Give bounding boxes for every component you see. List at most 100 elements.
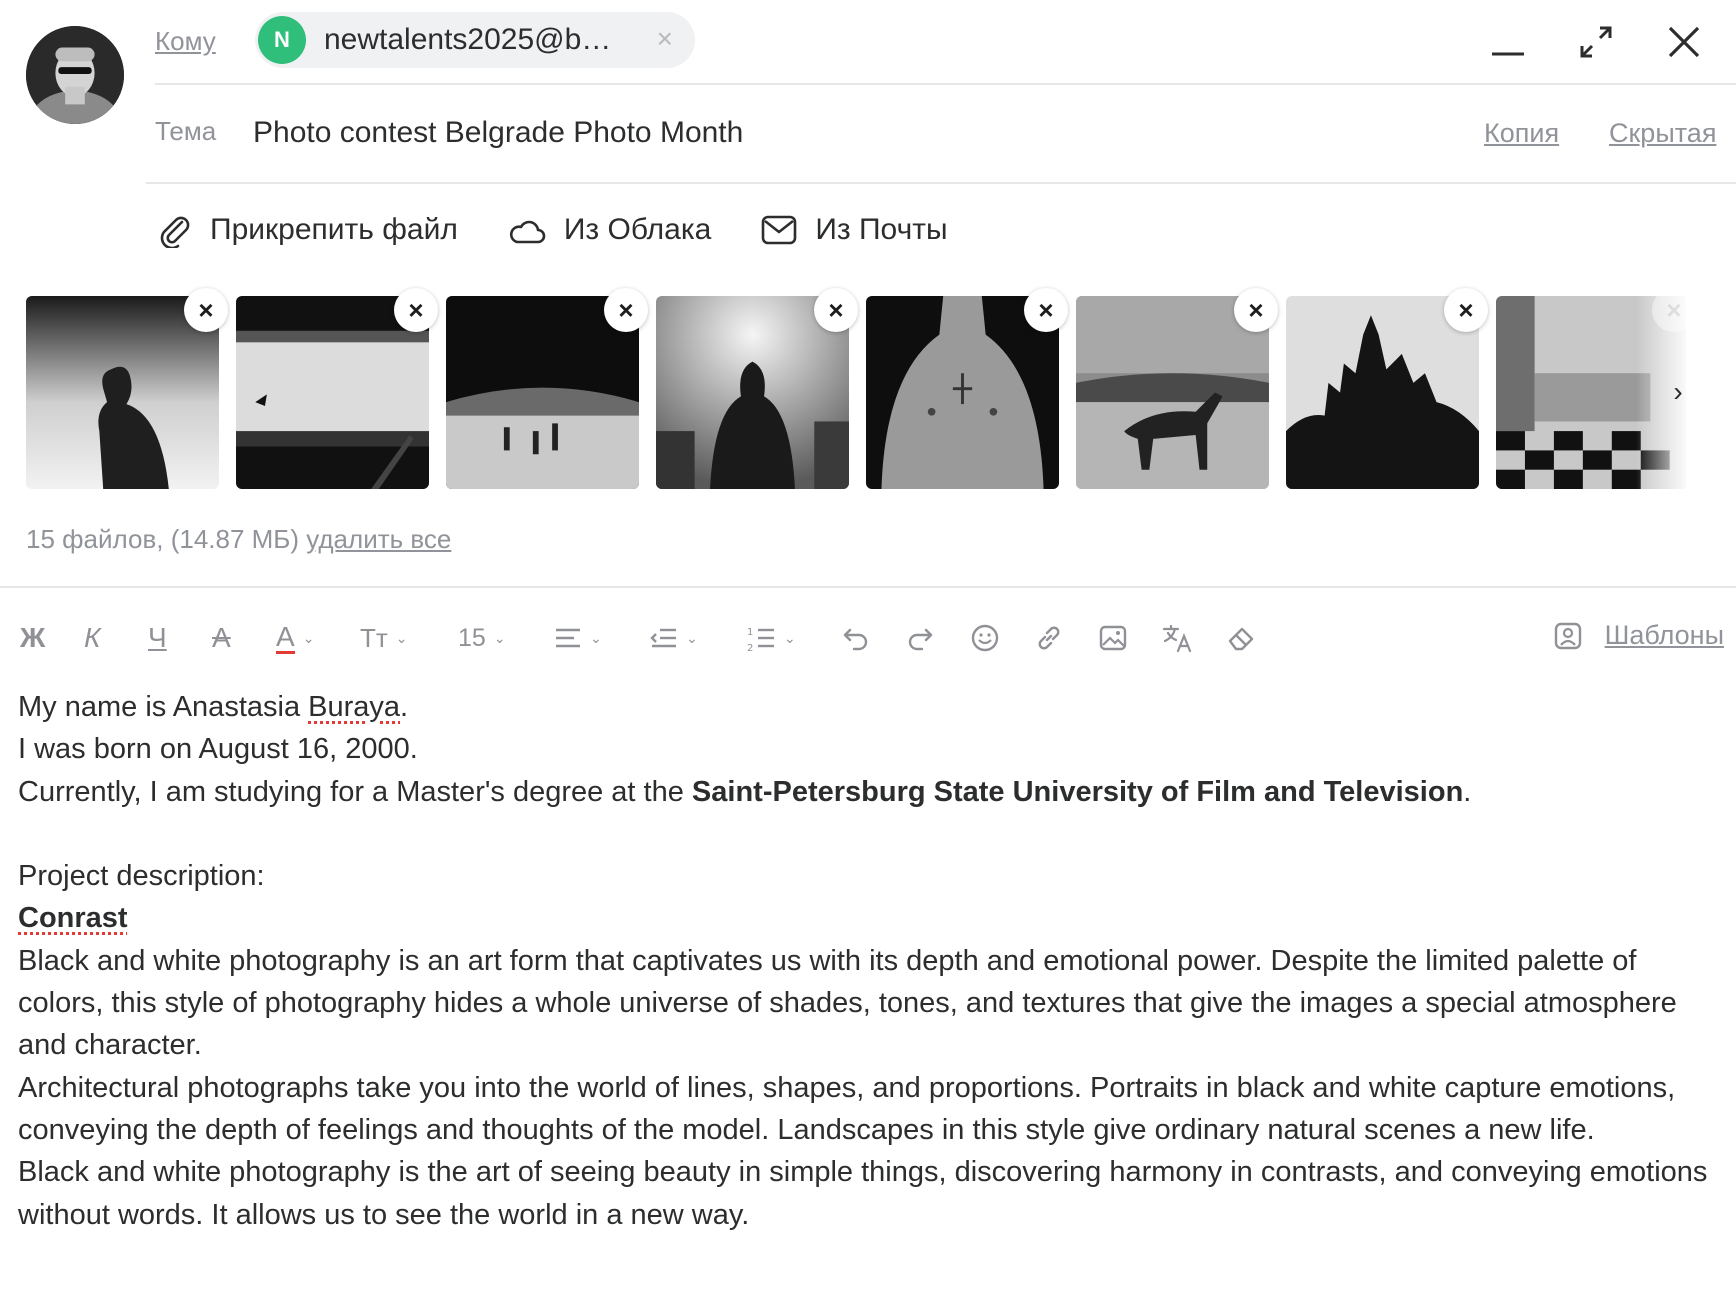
attachments-count: 15 файлов, (14.87 МБ) (26, 524, 307, 554)
message-body[interactable]: My name is Anastasia Buraya. I was born … (18, 686, 1718, 1236)
clear-format-button[interactable] (1226, 616, 1290, 660)
to-label[interactable]: Кому (155, 26, 216, 56)
body-paragraph: Black and white photography is the art o… (18, 1156, 1708, 1231)
remove-attachment-button[interactable]: × (184, 288, 228, 332)
remove-attachment-button[interactable]: × (1652, 288, 1696, 332)
remove-attachment-button[interactable]: × (394, 288, 438, 332)
remove-attachment-button[interactable]: × (1024, 288, 1068, 332)
project-label: Project description: (18, 860, 265, 893)
remove-attachment-button[interactable]: × (604, 288, 648, 332)
remove-attachment-button[interactable]: × (1234, 288, 1278, 332)
translate-button[interactable] (1162, 616, 1226, 660)
bold-button[interactable]: Ж (20, 616, 84, 660)
font-size-dropdown[interactable]: 15 ⌄ (458, 616, 554, 660)
divider (0, 586, 1736, 588)
divider (146, 182, 1736, 184)
project-title-text: Conrast (18, 902, 128, 935)
underline-icon: Ч (148, 622, 167, 653)
remove-attachment-button[interactable]: × (1444, 288, 1488, 332)
underline-button[interactable]: Ч (148, 616, 212, 660)
bcc-link[interactable]: Скрытая (1609, 118, 1716, 149)
font-size-value: 15 (458, 623, 486, 652)
chevron-down-icon: ⌄ (686, 629, 698, 646)
from-cloud-label: Из Облака (563, 213, 712, 246)
insert-image-button[interactable] (1098, 616, 1162, 660)
cloud-icon (509, 220, 546, 244)
cc-link[interactable]: Копия (1484, 118, 1559, 149)
attachment-strip (26, 296, 1686, 492)
remove-recipient-button[interactable]: × (657, 24, 673, 54)
recipient-chip[interactable]: N newtalents2025@b… × (255, 12, 695, 68)
redo-button[interactable] (906, 616, 970, 660)
close-icon (1668, 26, 1700, 58)
font-style-icon: Тт (360, 622, 388, 653)
indent-dropdown[interactable]: ⌄ (650, 616, 746, 660)
align-dropdown[interactable]: ⌄ (554, 616, 650, 660)
sender-avatar[interactable] (26, 26, 124, 124)
body-text: My name is Anastasia (18, 691, 309, 723)
templates-button[interactable]: Шаблоны (1553, 620, 1724, 651)
image-icon (1099, 625, 1127, 651)
minimize-icon (1492, 52, 1524, 56)
svg-text:1: 1 (747, 627, 753, 638)
paperclip-icon (160, 216, 190, 248)
numbered-list-icon: 12 (747, 627, 774, 652)
chevron-down-icon: ⌄ (302, 629, 315, 646)
chevron-down-icon: ⌄ (784, 629, 796, 646)
body-text: . (1463, 775, 1472, 808)
university-name: Saint-Petersburg State University of Fil… (691, 775, 1464, 808)
attach-file-button[interactable]: Прикрепить файл (158, 212, 458, 248)
subject-label: Тема (155, 116, 217, 146)
from-mail-label: Из Почты (815, 213, 948, 246)
strikethrough-icon: А (212, 622, 231, 653)
smiley-icon (971, 624, 999, 652)
project-title: Conrast (18, 897, 1718, 939)
text-color-button[interactable]: А ⌄ (276, 616, 360, 660)
body-line: My name is Anastasia Buraya. (18, 686, 1718, 728)
emoji-button[interactable] (970, 616, 1034, 660)
delete-all-link[interactable]: удалить все (306, 524, 451, 554)
from-mail-button[interactable]: Из Почты (761, 213, 948, 247)
text-color-icon: А (276, 620, 295, 654)
close-button[interactable] (1656, 14, 1712, 70)
body-text: . (400, 691, 409, 723)
numbered-list-dropdown[interactable]: 12 ⌄ (746, 616, 842, 660)
svg-text:2: 2 (747, 643, 753, 652)
attach-file-label: Прикрепить файл (210, 213, 458, 246)
align-left-icon (556, 628, 580, 648)
body-text: Currently, I am studying for a Master's … (18, 775, 692, 808)
translate-icon (1162, 624, 1192, 653)
bold-icon: Ж (20, 622, 46, 653)
eraser-icon (1228, 627, 1254, 651)
italic-button[interactable]: К (84, 616, 148, 660)
chevron-down-icon: ⌄ (395, 629, 408, 646)
subject-input[interactable]: Photo contest Belgrade Photo Month (253, 116, 743, 150)
recipient-email: newtalents2025@b… (324, 23, 612, 56)
undo-icon (843, 628, 868, 651)
body-line: Currently, I am studying for a Master's … (18, 771, 1718, 813)
envelope-icon (762, 215, 797, 245)
next-attachments-button[interactable]: › (1660, 374, 1696, 410)
body-paragraph: Black and white photography is an art fo… (18, 944, 1677, 1062)
attachments-summary: 15 файлов, (14.87 МБ) удалить все (26, 524, 451, 555)
undo-button[interactable] (842, 616, 906, 660)
indent-icon (650, 628, 676, 648)
remove-attachment-button[interactable]: × (814, 288, 858, 332)
attach-toolbar: Прикрепить файл Из Облака Из Почты (158, 212, 998, 248)
italic-icon: К (84, 622, 101, 653)
body-line: I was born on August 16, 2000. (18, 733, 418, 766)
minimize-button[interactable] (1480, 14, 1536, 70)
chevron-down-icon: ⌄ (590, 629, 602, 646)
expand-button[interactable] (1568, 14, 1624, 70)
from-cloud-button[interactable]: Из Облака (508, 213, 711, 247)
redo-icon (908, 628, 933, 651)
expand-icon (1580, 26, 1612, 58)
divider (155, 83, 1736, 85)
body-paragraph: Architectural photographs take you into … (18, 1071, 1676, 1146)
chevron-down-icon: ⌄ (493, 629, 506, 646)
strikethrough-button[interactable]: А (212, 616, 276, 660)
format-toolbar: Ж К Ч А А ⌄ Тт ⌄ 15 ⌄ ⌄ ⌄ 12 ⌄ (20, 616, 1290, 660)
font-style-dropdown[interactable]: Тт ⌄ (360, 616, 458, 660)
link-button[interactable] (1034, 616, 1098, 660)
